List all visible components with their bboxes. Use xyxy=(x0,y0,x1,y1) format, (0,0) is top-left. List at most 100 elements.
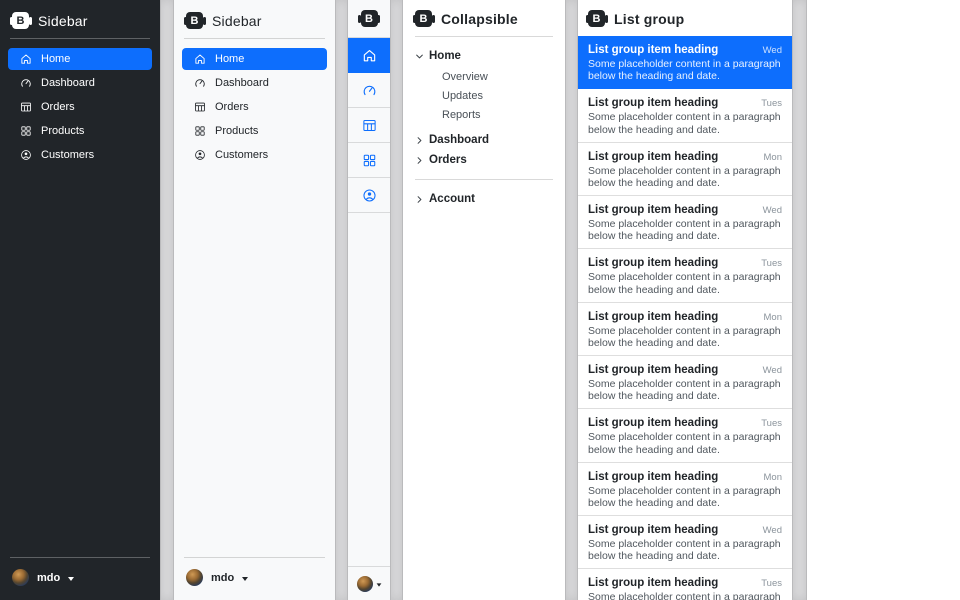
list-item-date: Wed xyxy=(763,525,782,536)
list-item-body-line2: below the heading and date. xyxy=(588,390,782,402)
list-item-body-line2: below the heading and date. xyxy=(588,177,782,189)
tree-item-account[interactable]: Account xyxy=(415,189,553,209)
caret-down-icon xyxy=(68,577,74,581)
tree-subitem-overview[interactable]: Overview xyxy=(442,67,553,86)
list-item-body-line1: Some placeholder content in a paragraph xyxy=(588,165,782,177)
list-item-header-row: List group item heading Tues xyxy=(588,577,782,589)
house-icon xyxy=(194,53,206,65)
collapsible-nav: Home Overview Updates Reports Dashboard … xyxy=(415,46,553,209)
dark-sidebar-nav: Home Dashboard Orders Products xyxy=(8,48,152,166)
bootstrap-logo-icon: B xyxy=(415,10,432,27)
list-item-body-line2: below the heading and date. xyxy=(588,550,782,562)
sidebar-item-products[interactable]: Products xyxy=(182,120,327,142)
list-item-header-row: List group item heading Wed xyxy=(588,44,782,56)
sidebar-item-customers[interactable]: Customers xyxy=(182,144,327,166)
sidebar-title: Sidebar xyxy=(38,13,88,29)
list-group-brand[interactable]: B List group xyxy=(578,0,792,36)
person-circle-icon xyxy=(362,188,377,203)
list-group-item[interactable]: List group item heading Tues Some placeh… xyxy=(578,409,792,462)
icon-sidebar-brand[interactable]: B xyxy=(348,0,390,37)
divider xyxy=(184,38,325,39)
list-item-body-line2: below the heading and date. xyxy=(588,70,782,82)
list-group-item[interactable]: List group item heading Mon Some placeho… xyxy=(578,463,792,516)
bootstrap-logo-icon: B xyxy=(12,12,29,29)
speedometer-icon xyxy=(20,77,32,89)
sidebar-item-home[interactable]: Home xyxy=(8,48,152,70)
list-item-date: Wed xyxy=(763,45,782,56)
list-group-item[interactable]: List group item heading Wed Some placeho… xyxy=(578,516,792,569)
tree-item-dashboard[interactable]: Dashboard xyxy=(415,130,553,150)
list-item-body-line1: Some placeholder content in a paragraph xyxy=(588,325,782,337)
list-item-header-row: List group item heading Wed xyxy=(588,364,782,376)
bootstrap-logo-icon: B xyxy=(361,10,378,27)
list-item-heading: List group item heading xyxy=(588,97,718,109)
list-item-body: Some placeholder content in a paragraph … xyxy=(588,591,782,600)
list-group-item[interactable]: List group item heading Tues Some placeh… xyxy=(578,569,792,600)
user-name: mdo xyxy=(211,572,234,584)
sidebar-title: Sidebar xyxy=(212,13,262,29)
tree-subitem-reports[interactable]: Reports xyxy=(442,105,553,124)
list-item-body-line1: Some placeholder content in a paragraph xyxy=(588,271,782,283)
speedometer-icon xyxy=(194,77,206,89)
tree-subitem-updates[interactable]: Updates xyxy=(442,86,553,105)
sidebar-item-dashboard[interactable]: Dashboard xyxy=(182,72,327,94)
icon-item-products[interactable] xyxy=(348,143,390,178)
list-item-header-row: List group item heading Mon xyxy=(588,471,782,483)
user-menu[interactable] xyxy=(348,566,390,600)
icon-item-orders[interactable] xyxy=(348,108,390,143)
list-item-body-line2: below the heading and date. xyxy=(588,497,782,509)
list-item-body: Some placeholder content in a paragraph … xyxy=(588,218,782,242)
icon-item-customers[interactable] xyxy=(348,178,390,213)
speedometer-icon xyxy=(362,83,377,98)
avatar xyxy=(357,576,373,592)
example-divider xyxy=(565,0,578,600)
sidebar-item-products[interactable]: Products xyxy=(8,120,152,142)
dark-sidebar-brand[interactable]: B Sidebar xyxy=(8,10,152,29)
sidebar-item-label: Customers xyxy=(41,149,94,161)
sidebar-item-label: Orders xyxy=(41,101,75,113)
list-group-item[interactable]: List group item heading Tues Some placeh… xyxy=(578,89,792,142)
list-item-body-line1: Some placeholder content in a paragraph xyxy=(588,485,782,497)
light-sidebar-brand[interactable]: B Sidebar xyxy=(182,10,327,29)
sidebar-item-label: Customers xyxy=(215,149,268,161)
list-item-body-line2: below the heading and date. xyxy=(588,230,782,242)
user-menu[interactable]: mdo xyxy=(8,567,152,592)
icon-item-dashboard[interactable] xyxy=(348,73,390,108)
sidebar-item-orders[interactable]: Orders xyxy=(8,96,152,118)
caret-down-icon xyxy=(242,577,248,581)
sidebar-item-dashboard[interactable]: Dashboard xyxy=(8,72,152,94)
list-item-body-line1: Some placeholder content in a paragraph xyxy=(588,218,782,230)
tree-item-orders[interactable]: Orders xyxy=(415,150,553,170)
chevron-right-icon xyxy=(415,195,424,204)
tree-item-home[interactable]: Home xyxy=(415,46,553,66)
caret-down-icon xyxy=(376,583,381,586)
list-group-item[interactable]: List group item heading Tues Some placeh… xyxy=(578,249,792,302)
house-icon xyxy=(20,53,32,65)
example-divider xyxy=(160,0,174,600)
sidebar-item-home[interactable]: Home xyxy=(182,48,327,70)
collapsible-sidebar-brand[interactable]: B Collapsible xyxy=(415,10,553,27)
list-group-item[interactable]: List group item heading Mon Some placeho… xyxy=(578,303,792,356)
sidebar-item-orders[interactable]: Orders xyxy=(182,96,327,118)
list-item-heading: List group item heading xyxy=(588,257,718,269)
user-menu[interactable]: mdo xyxy=(182,567,327,592)
list-item-body-line1: Some placeholder content in a paragraph xyxy=(588,431,782,443)
list-item-body: Some placeholder content in a paragraph … xyxy=(588,165,782,189)
list-item-body: Some placeholder content in a paragraph … xyxy=(588,538,782,562)
list-group-item[interactable]: List group item heading Mon Some placeho… xyxy=(578,143,792,196)
sidebar-item-label: Products xyxy=(215,125,258,137)
list-item-header-row: List group item heading Wed xyxy=(588,204,782,216)
user-name: mdo xyxy=(37,572,60,584)
list-group-item[interactable]: List group item heading Wed Some placeho… xyxy=(578,196,792,249)
list-group-item[interactable]: List group item heading Wed Some placeho… xyxy=(578,36,792,89)
bootstrap-logo-icon: B xyxy=(186,12,203,29)
divider xyxy=(10,557,150,558)
list-item-heading: List group item heading xyxy=(588,44,718,56)
list-group-item[interactable]: List group item heading Wed Some placeho… xyxy=(578,356,792,409)
bootstrap-logo-icon: B xyxy=(588,10,605,27)
sidebar-item-customers[interactable]: Customers xyxy=(8,144,152,166)
icon-item-home[interactable] xyxy=(348,38,390,73)
divider xyxy=(415,179,553,180)
list-item-heading: List group item heading xyxy=(588,151,718,163)
list-item-header-row: List group item heading Tues xyxy=(588,257,782,269)
